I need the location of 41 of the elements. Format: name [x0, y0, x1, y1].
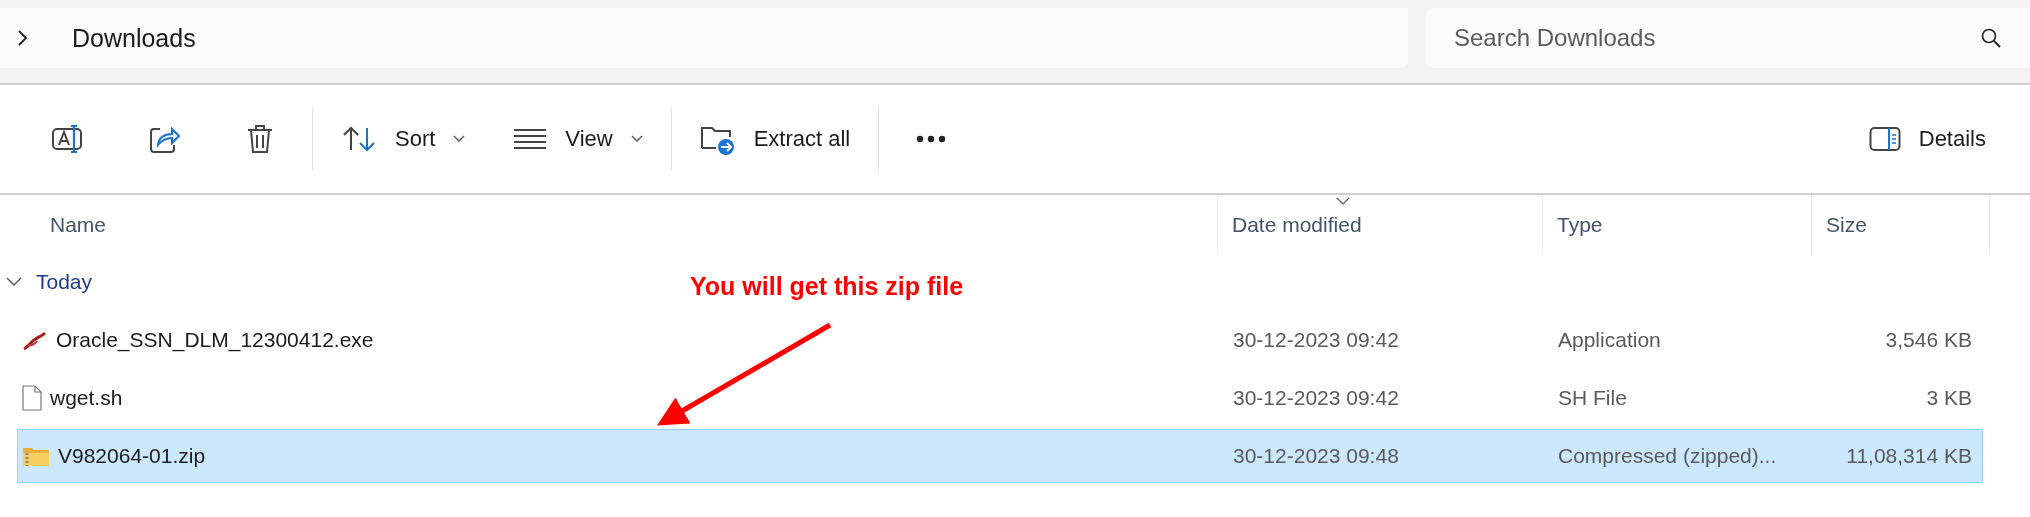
cable-icon: [22, 329, 48, 351]
search-field[interactable]: Search Downloads: [1426, 8, 2030, 68]
size-cell: 3 KB: [1926, 386, 1972, 410]
type-cell: Application: [1558, 328, 1661, 352]
size-cell: 3,546 KB: [1885, 328, 1972, 352]
address-bar[interactable]: Downloads: [0, 8, 1408, 68]
caret-icon: [630, 135, 643, 143]
folder-path: Downloads: [72, 23, 196, 53]
file-row[interactable]: wget.sh 30-12-2023 09:42 SH File 3 KB: [17, 371, 1983, 425]
date-cell: 30-12-2023 09:42: [1233, 328, 1399, 352]
search-icon: [1980, 27, 2002, 49]
group-label[interactable]: Today: [36, 270, 93, 294]
type-cell: SH File: [1558, 386, 1627, 410]
file-name: V982064-01.zip: [58, 444, 206, 468]
chevron-icon[interactable]: [16, 29, 28, 47]
lines-icon: [513, 128, 548, 150]
date-cell: 30-12-2023 09:48: [1233, 444, 1399, 468]
chevron-icon[interactable]: [6, 277, 22, 287]
file-row[interactable]: V982064-01.zip 30-12-2023 09:48 Compressed (zipped)... 11,08,314 KB: [17, 429, 1983, 483]
caret-icon: [453, 135, 466, 143]
size-cell: 11,08,314 KB: [1846, 444, 1972, 468]
view-button[interactable]: View: [489, 115, 667, 163]
column-header[interactable]: Date modified: [1232, 213, 1362, 237]
document-icon: [22, 385, 42, 411]
extract-all-button[interactable]: Extract all: [675, 115, 875, 163]
date-cell: 30-12-2023 09:42: [1233, 386, 1399, 410]
rename-icon: [51, 123, 85, 155]
column-header[interactable]: Name: [50, 213, 107, 237]
sort-arrows-icon: [341, 124, 377, 154]
type-cell: Compressed (zipped)...: [1558, 444, 1777, 468]
details-button[interactable]: Details: [1844, 115, 2010, 163]
file-row[interactable]: Oracle_SSN_DLM_12300412.exe 30-12-2023 09:42 Application 3,546 KB: [17, 313, 1983, 367]
zip-folder-icon: [22, 445, 50, 467]
file-name: Oracle_SSN_DLM_12300412.exe: [56, 328, 374, 352]
trash-icon: [245, 123, 275, 155]
column-header[interactable]: Size: [1826, 213, 1867, 237]
column-header[interactable]: Type: [1557, 213, 1603, 237]
annotation-text: You will get this zip file: [690, 272, 964, 301]
file-name: wget.sh: [50, 386, 123, 410]
details-pane-icon: [1868, 126, 1901, 152]
sort-button[interactable]: Sort: [317, 115, 490, 163]
